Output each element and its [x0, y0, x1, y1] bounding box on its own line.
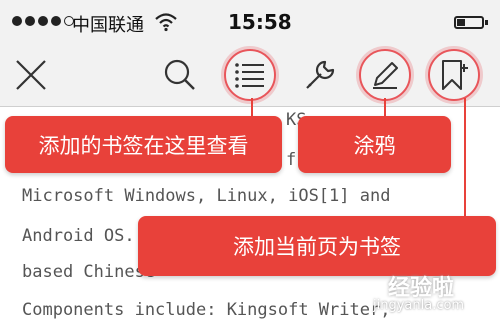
close-icon [16, 60, 46, 90]
wrench-icon [306, 60, 335, 89]
callout-pointer [464, 98, 466, 218]
status-bar: 中国联通 15:58 [0, 0, 500, 44]
close-button[interactable] [8, 52, 54, 98]
doodle-button[interactable] [359, 49, 411, 101]
battery-icon [454, 16, 488, 29]
text-line: f [286, 150, 297, 170]
watermark-url: jingyanla.com [373, 298, 465, 313]
clock: 15:58 [228, 10, 292, 34]
callout-add-bookmark: 添加当前页为书签 [138, 216, 496, 276]
pencil-icon [373, 62, 398, 89]
wifi-icon [155, 13, 177, 32]
toolbar [0, 44, 500, 107]
callout-doodle: 涂鸦 [298, 116, 451, 173]
text-line: Android OS. [22, 226, 135, 246]
text-line: Microsoft Windows, Linux, iOS[1] and [22, 186, 391, 206]
callout-view-bookmarks: 添加的书签在这里查看 [5, 116, 282, 173]
add-bookmark-button[interactable] [428, 49, 480, 101]
bookmark-add-icon [442, 60, 468, 90]
bookmark-list-button[interactable] [224, 49, 276, 101]
signal-strength-icon [12, 16, 74, 26]
carrier-label: 中国联通 [72, 15, 144, 36]
search-icon [164, 59, 195, 90]
text-line: Components include: Kingsoft Writer, [22, 300, 391, 320]
search-button[interactable] [157, 52, 203, 98]
tools-button[interactable] [297, 52, 343, 98]
callout-pointer [384, 98, 386, 116]
list-icon [235, 63, 264, 88]
text-line: based Chinese [22, 262, 156, 282]
callout-pointer [251, 98, 253, 116]
